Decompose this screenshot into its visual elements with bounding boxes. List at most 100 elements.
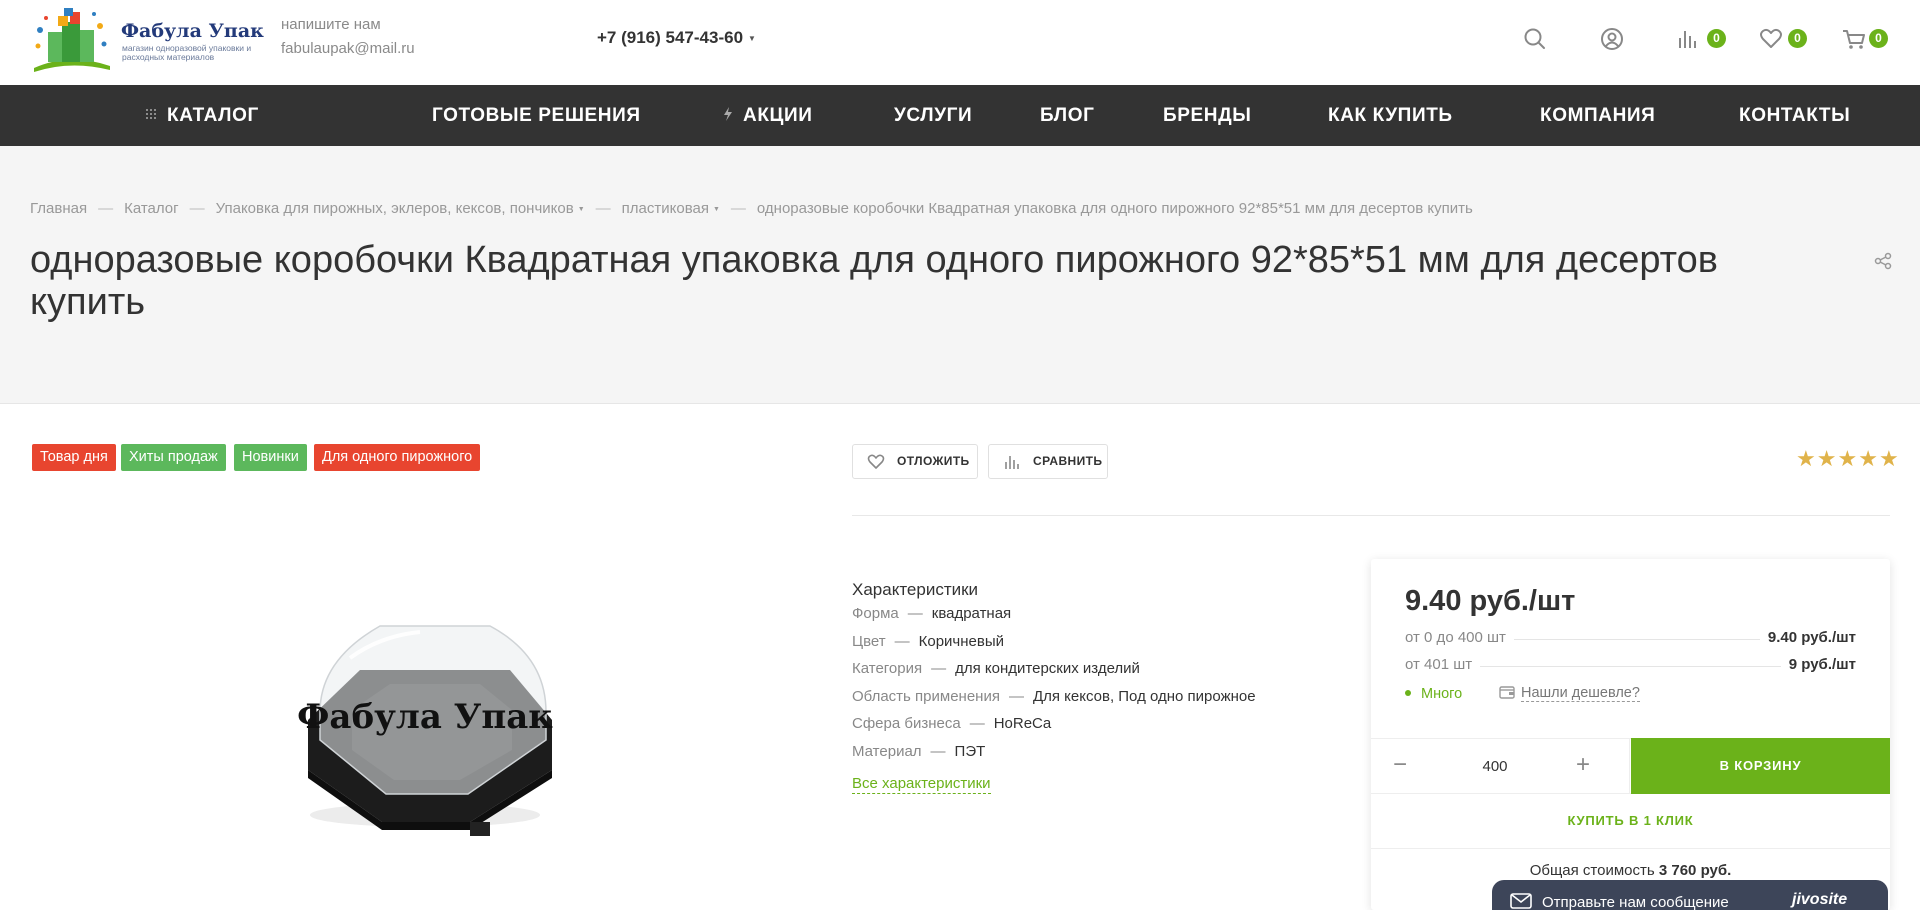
logo-mark bbox=[34, 8, 110, 72]
dash-separator: — bbox=[969, 715, 985, 732]
characteristics: Характеристики Форма — квадратная Цвет — Кор… bbox=[852, 580, 1352, 794]
nav-item-brands[interactable]: БРЕНДЫ bbox=[1163, 85, 1251, 146]
nav-item-label: БРЕНДЫ bbox=[1163, 105, 1252, 126]
dash-separator: — bbox=[894, 632, 910, 650]
heart-icon[interactable] bbox=[1758, 26, 1784, 52]
all-characteristics-link[interactable]: Все характеристики bbox=[852, 775, 991, 794]
breadcrumb-separator: — bbox=[98, 200, 114, 217]
compare-button[interactable]: СРАВНИТЬ bbox=[988, 444, 1108, 479]
breadcrumb-separator: — bbox=[595, 200, 611, 217]
characteristic-value: Для кексов, Под одно пирожное bbox=[1032, 687, 1256, 705]
price-range-row: от 401 шт 9 руб./шт bbox=[1405, 656, 1856, 676]
total-cost-value: 3 760 руб. bbox=[1658, 862, 1732, 879]
main-nav: КАТАЛОГ ГОТОВЫЕ РЕШЕНИЯ АКЦИИ УСЛУГИ БЛО… bbox=[0, 85, 1920, 146]
breadcrumb-item[interactable]: пластиковая ▼ bbox=[622, 200, 720, 217]
price-main: 9.40 руб./шт bbox=[1405, 585, 1576, 617]
share-icon[interactable] bbox=[1874, 252, 1892, 270]
total-cost: Общая стоимость 3 760 руб. bbox=[1371, 862, 1890, 879]
nav-item-label: БЛОГ bbox=[1040, 105, 1095, 126]
site-header: Фабула Упак магазин одноразовой упаковки… bbox=[0, 0, 1920, 85]
breadcrumb-item[interactable]: Главная bbox=[30, 200, 87, 217]
characteristic-key: Форма bbox=[852, 605, 899, 622]
contact-label: напишите нам bbox=[281, 16, 381, 33]
cart-icon[interactable] bbox=[1841, 26, 1867, 52]
lightning-icon bbox=[724, 106, 732, 121]
chat-widget-label: Отправьте нам сообщение bbox=[1542, 894, 1729, 910]
star-icon: ★ bbox=[1858, 446, 1879, 471]
nav-item-blog[interactable]: БЛОГ bbox=[1040, 85, 1094, 146]
price-range-row: от 0 до 400 шт 9.40 руб./шт bbox=[1405, 629, 1856, 649]
stock-status: Много bbox=[1405, 686, 1462, 702]
quantity-input[interactable]: 400 bbox=[1429, 739, 1561, 793]
nav-item-label: АКЦИИ bbox=[743, 105, 813, 126]
compare-count-badge: 0 bbox=[1707, 29, 1726, 48]
tag-badge[interactable]: Для одного пирожного bbox=[314, 444, 481, 471]
breadcrumb-current: одноразовые коробочки Квадратная упаковк… bbox=[756, 200, 1473, 217]
title-band: Главная — Каталог — Упаковка для пирожных, э… bbox=[0, 146, 1920, 404]
defer-button[interactable]: ОТЛОЖИТЬ bbox=[852, 444, 978, 479]
dash-separator: — bbox=[930, 742, 946, 760]
quantity-increase-button[interactable]: + bbox=[1561, 739, 1605, 793]
rating-stars[interactable]: ★★★★★ bbox=[1796, 446, 1900, 472]
nav-item-promotions[interactable]: АКЦИИ bbox=[723, 85, 813, 146]
price-range-value: 9.40 руб./шт bbox=[1759, 629, 1856, 646]
page-title: одноразовые коробочки Квадратная упаковк… bbox=[30, 239, 1718, 323]
chevron-down-icon: ▼ bbox=[712, 205, 720, 213]
price-box: 9.40 руб./шт от 0 до 400 шт 9.40 руб./шт… bbox=[1371, 559, 1890, 910]
tag-badge[interactable]: Новинки bbox=[234, 444, 307, 471]
search-icon[interactable] bbox=[1522, 26, 1548, 52]
chevron-down-icon: ▼ bbox=[748, 34, 756, 44]
nav-item-how-to-buy[interactable]: КАК КУПИТЬ bbox=[1328, 85, 1453, 146]
nav-item-company[interactable]: КОМПАНИЯ bbox=[1540, 85, 1655, 146]
characteristic-key: Сфера бизнеса bbox=[852, 715, 961, 732]
phone-dropdown[interactable]: +7 (916) 547-43-60 ▼ bbox=[597, 28, 756, 48]
characteristic-key: Материал bbox=[852, 742, 922, 760]
buy-row: − 400 + В КОРЗИНУ bbox=[1371, 738, 1890, 794]
tag-badge[interactable]: Хиты продаж bbox=[121, 444, 226, 471]
star-icon: ★ bbox=[1796, 446, 1817, 471]
nav-item-label: КОНТАКТЫ bbox=[1739, 105, 1851, 126]
divider bbox=[1629, 739, 1630, 793]
chevron-down-icon: ▼ bbox=[577, 205, 585, 213]
nav-item-services[interactable]: УСЛУГИ bbox=[894, 85, 972, 146]
nav-item-contacts[interactable]: КОНТАКТЫ bbox=[1739, 85, 1850, 146]
nav-item-label: УСЛУГИ bbox=[894, 105, 973, 126]
characteristic-row: Сфера бизнеса — HoReCa bbox=[852, 710, 1352, 738]
user-icon[interactable] bbox=[1599, 26, 1625, 52]
stock-label: Много bbox=[1421, 686, 1463, 702]
defer-button-label: ОТЛОЖИТЬ bbox=[897, 454, 970, 468]
quantity-decrease-button[interactable]: − bbox=[1371, 739, 1429, 793]
buy-one-click-button[interactable]: КУПИТЬ В 1 КЛИК bbox=[1371, 795, 1890, 849]
characteristic-value: Коричневый bbox=[918, 632, 1004, 650]
product-image[interactable]: Фабула Упак bbox=[290, 600, 560, 840]
characteristic-value: ПЭТ bbox=[954, 742, 986, 760]
breadcrumb-item[interactable]: Упаковка для пирожных, эклеров, кексов, … bbox=[216, 200, 585, 217]
star-icon: ★ bbox=[1878, 446, 1900, 471]
message-icon bbox=[1510, 893, 1532, 909]
grid-icon bbox=[146, 108, 156, 119]
characteristic-row: Категория — для кондитерских изделий bbox=[852, 655, 1352, 683]
found-cheaper-link[interactable]: Нашли дешевле? bbox=[1499, 685, 1640, 702]
nav-item-solutions[interactable]: ГОТОВЫЕ РЕШЕНИЯ bbox=[432, 85, 641, 146]
heart-icon bbox=[867, 454, 885, 469]
dash-separator: — bbox=[1008, 687, 1024, 705]
chat-widget[interactable]: Отправьте нам сообщение jivosite bbox=[1492, 880, 1888, 910]
price-range-value: 9 руб./шт bbox=[1780, 656, 1856, 673]
characteristic-value: квадратная bbox=[931, 605, 1012, 622]
logo[interactable]: Фабула Упак магазин одноразовой упаковки… bbox=[30, 8, 264, 72]
compare-icon[interactable] bbox=[1676, 26, 1702, 52]
nav-item-catalog[interactable]: КАТАЛОГ bbox=[145, 85, 259, 146]
contact-block: напишите нам fabulaupak@mail.ru bbox=[281, 16, 415, 57]
breadcrumb: Главная — Каталог — Упаковка для пирожных, э… bbox=[30, 200, 1473, 217]
tag-badge[interactable]: Товар дня bbox=[32, 444, 116, 471]
total-cost-label: Общая стоимость bbox=[1529, 862, 1655, 879]
chat-brand-logo: jivosite bbox=[1792, 891, 1848, 908]
characteristic-row: Материал — ПЭТ bbox=[852, 738, 1352, 766]
characteristic-key: Цвет bbox=[852, 632, 886, 650]
divider bbox=[852, 515, 1890, 516]
contact-email-link[interactable]: fabulaupak@mail.ru bbox=[281, 40, 415, 57]
characteristic-row: Форма — квадратная bbox=[852, 600, 1352, 628]
breadcrumb-item[interactable]: Каталог bbox=[124, 200, 179, 217]
add-to-cart-button[interactable]: В КОРЗИНУ bbox=[1631, 738, 1890, 794]
characteristic-key: Категория bbox=[852, 660, 923, 677]
